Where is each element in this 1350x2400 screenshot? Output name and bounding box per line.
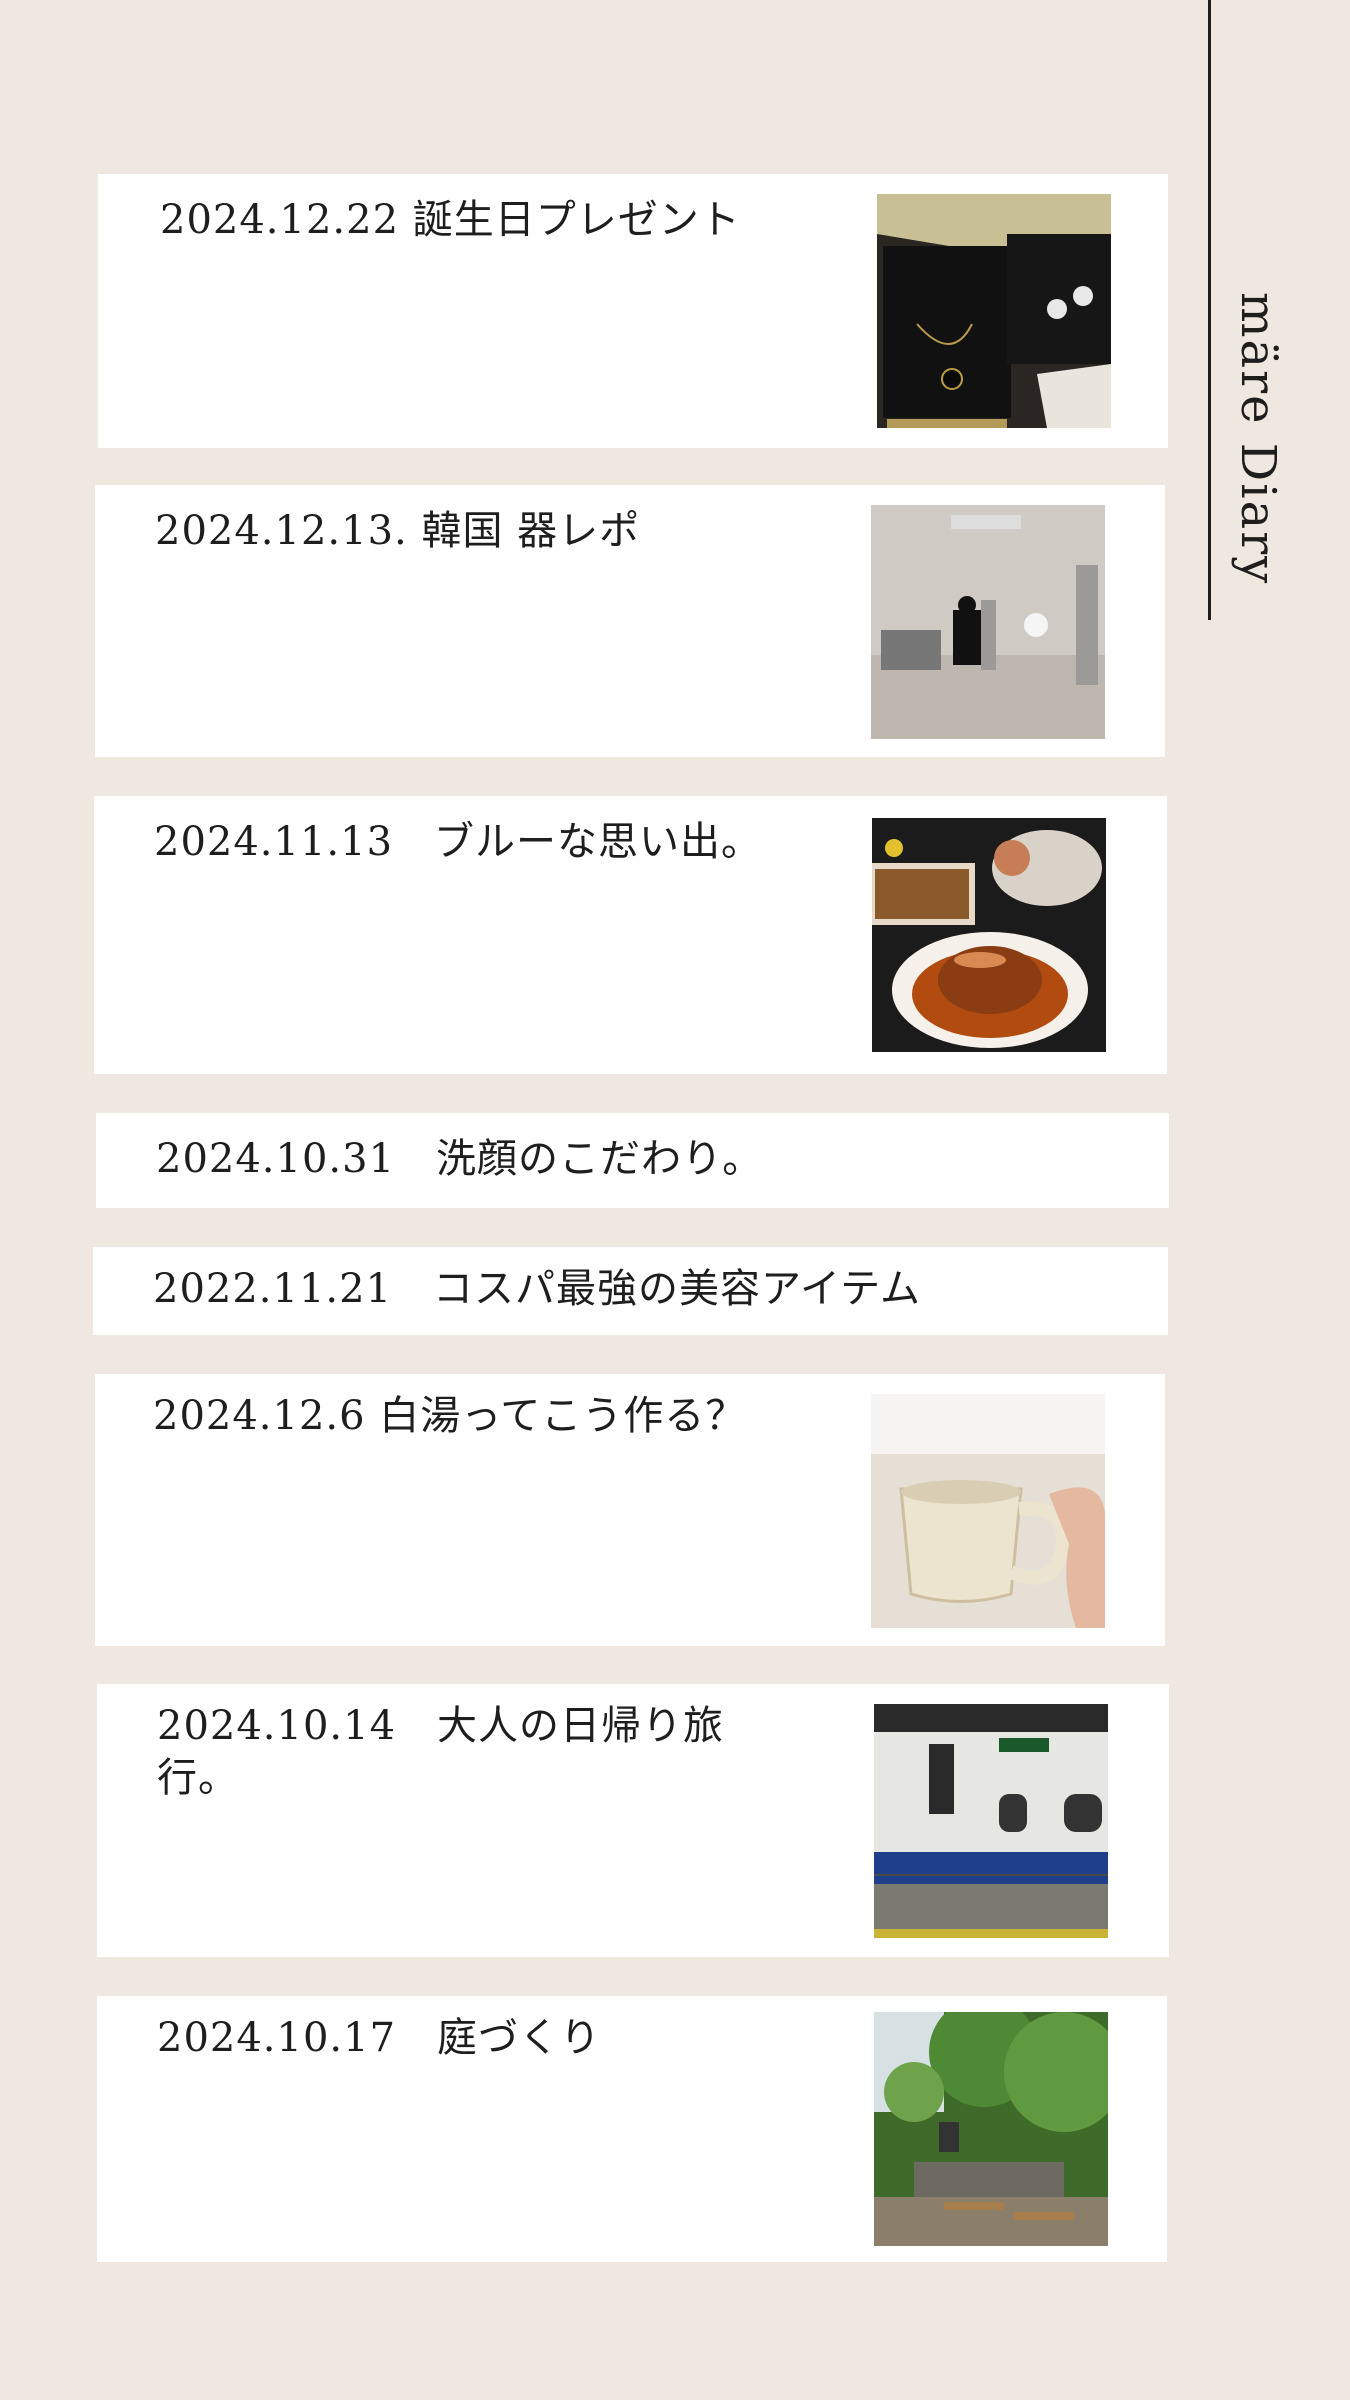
entry-title: 2024.12.6 白湯ってこう作る？: [153, 1393, 747, 1439]
diary-entry-beauty-items[interactable]: 2022.11.21 コスパ最強の美容アイテム: [93, 1247, 1168, 1335]
korea-tableware-shop-thumbnail[interactable]: [871, 505, 1105, 739]
entry-title: 2024.10.14 大人の日帰り旅 行。: [157, 1703, 725, 1801]
diary-entry-korea-tableware[interactable]: 2024.12.13. 韓国 器レポ: [95, 485, 1165, 757]
pudding-dessert-thumbnail[interactable]: [872, 818, 1106, 1052]
garden-cafe-thumbnail[interactable]: [874, 2012, 1108, 2246]
diary-entry-garden[interactable]: 2024.10.17 庭づくり: [97, 1996, 1167, 2262]
bullet-train-thumbnail[interactable]: [874, 1704, 1108, 1938]
entry-title: 2024.10.17 庭づくり: [157, 2015, 602, 2061]
entry-title: 2024.10.31 洗顔のこだわり。: [156, 1136, 764, 1182]
diary-entry-face-wash[interactable]: 2024.10.31 洗顔のこだわり。: [96, 1113, 1169, 1208]
entry-title: 2024.12.22 誕生日プレゼント: [160, 197, 741, 243]
entry-title: 2022.11.21 コスパ最強の美容アイテム: [153, 1266, 922, 1312]
entry-title: 2024.11.13 ブルーな思い出。: [154, 819, 763, 865]
side-divider-line: [1208, 0, 1211, 620]
jewelry-gift-thumbnail[interactable]: [877, 194, 1111, 428]
ceramic-mug-thumbnail[interactable]: [871, 1394, 1105, 1628]
entry-title: 2024.12.13. 韓国 器レポ: [155, 508, 641, 554]
brand-title: märe Diary: [1230, 292, 1286, 586]
diary-entry-day-trip[interactable]: 2024.10.14 大人の日帰り旅 行。: [97, 1684, 1169, 1957]
diary-entry-blue-memory[interactable]: 2024.11.13 ブルーな思い出。: [94, 796, 1167, 1074]
diary-entry-birthday-gift[interactable]: 2024.12.22 誕生日プレゼント: [98, 174, 1168, 448]
diary-entry-hot-water[interactable]: 2024.12.6 白湯ってこう作る？: [95, 1374, 1165, 1646]
